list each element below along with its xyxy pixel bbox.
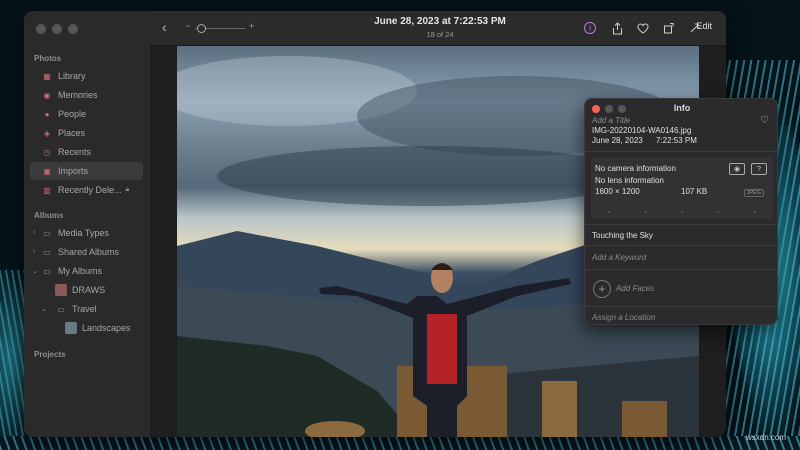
window-controls bbox=[36, 24, 78, 34]
sidebar-item-label: Shared Albums bbox=[58, 247, 120, 257]
minimize-window-button[interactable] bbox=[52, 24, 62, 34]
sidebar-item-label: People bbox=[58, 109, 87, 119]
exif-value: - bbox=[753, 206, 757, 216]
camera-info: No camera information bbox=[595, 164, 676, 173]
add-title-field[interactable]: Add a Title bbox=[592, 116, 630, 125]
sidebar-item-memories[interactable]: ◉ Memories bbox=[30, 86, 143, 104]
add-keyword-field[interactable]: Add a Keyword bbox=[592, 253, 646, 262]
album-thumbnail-icon bbox=[55, 284, 67, 296]
camera-icon: ◉ bbox=[729, 163, 745, 175]
heart-icon bbox=[637, 22, 649, 34]
photo-time: 7:22:53 PM bbox=[656, 136, 697, 145]
file-size: 107 KB bbox=[681, 187, 708, 196]
sidebar-item-library[interactable]: ▦ Library bbox=[30, 67, 143, 85]
sidebar-item-imports[interactable]: ▣ Imports bbox=[30, 162, 143, 180]
sidebar-item-shared-albums[interactable]: ▭ Shared Albums bbox=[30, 243, 143, 261]
sidebar-item-label: Imports bbox=[58, 166, 89, 176]
photo-date: June 28, 2023 bbox=[592, 136, 643, 145]
shared-albums-icon: ▭ bbox=[43, 247, 51, 257]
favorite-heart-icon[interactable]: ♡ bbox=[760, 115, 769, 126]
lens-info: No lens information bbox=[595, 176, 664, 185]
sidebar-item-my-albums[interactable]: ▭ My Albums bbox=[30, 262, 143, 280]
back-chevron-icon[interactable]: ‹ bbox=[162, 19, 167, 35]
album-thumbnail-icon bbox=[65, 322, 77, 334]
zoom-slider-knob[interactable] bbox=[197, 24, 206, 33]
divider bbox=[585, 224, 777, 225]
zoom-out-icon: − bbox=[185, 21, 191, 31]
info-panel-title: Info bbox=[673, 103, 691, 113]
image-dimensions: 1600 × 1200 bbox=[595, 187, 640, 196]
folder-icon: ▭ bbox=[43, 228, 51, 238]
exif-value: - bbox=[717, 206, 720, 216]
watermark: wsxdn.com bbox=[745, 433, 786, 442]
toolbar: ‹ − + June 28, 2023 at 7:22:53 PM 18 of … bbox=[150, 11, 726, 46]
add-faces-plus-icon[interactable]: + bbox=[593, 280, 611, 298]
sidebar-item-label: Media Types bbox=[58, 228, 109, 238]
places-icon: ◈ bbox=[43, 128, 51, 138]
add-faces-button[interactable]: Add Faces bbox=[616, 284, 654, 293]
assign-location-field[interactable]: Assign a Location bbox=[592, 313, 655, 322]
exif-values-row: - - - - - bbox=[591, 203, 773, 219]
imports-icon: ▣ bbox=[43, 166, 51, 176]
sidebar-item-label: Library bbox=[58, 71, 86, 81]
library-icon: ▦ bbox=[43, 71, 51, 81]
sidebar-item-media-types[interactable]: ▭ Media Types bbox=[30, 224, 143, 242]
sidebar-item-draws[interactable]: DRAWS bbox=[44, 281, 143, 299]
format-badge: JPEG bbox=[743, 189, 764, 197]
trash-icon: ▥ bbox=[43, 185, 51, 195]
zoom-in-icon: + bbox=[249, 21, 255, 31]
section-title-projects: Projects bbox=[34, 350, 66, 359]
sidebar-item-travel[interactable]: ▭ Travel bbox=[44, 300, 143, 318]
share-button[interactable] bbox=[610, 21, 624, 35]
lock-icon: 🔒︎ bbox=[125, 186, 130, 193]
divider bbox=[585, 306, 777, 307]
sidebar-item-label: Places bbox=[58, 128, 86, 138]
background-foliage-left bbox=[0, 270, 26, 450]
sidebar-item-label: Recents bbox=[58, 147, 92, 157]
question-icon: ? bbox=[751, 163, 767, 175]
photo-person bbox=[319, 263, 571, 437]
sidebar-item-landscapes[interactable]: Landscapes bbox=[54, 319, 143, 337]
folder-icon: ▭ bbox=[57, 304, 65, 314]
sidebar: Photos ▦ Library ◉ Memories ● People ◈ P… bbox=[24, 11, 150, 437]
section-title-albums: Albums bbox=[34, 211, 64, 220]
background-foliage-bottom bbox=[0, 436, 800, 450]
close-window-button[interactable] bbox=[36, 24, 46, 34]
rotate-icon bbox=[664, 23, 674, 34]
info-panel: Info Add a Title ♡ IMG-20220104-WA0146.j… bbox=[584, 98, 778, 325]
favorite-button[interactable] bbox=[636, 21, 650, 35]
rotate-button[interactable] bbox=[662, 21, 676, 35]
sidebar-item-label: Memories bbox=[58, 90, 98, 100]
edit-button[interactable]: Edit bbox=[696, 21, 712, 31]
zoom-window-button[interactable] bbox=[68, 24, 78, 34]
sidebar-item-places[interactable]: ◈ Places bbox=[30, 124, 143, 142]
sidebar-item-label: DRAWS bbox=[72, 285, 106, 295]
exif-value: - bbox=[644, 206, 647, 216]
sidebar-item-people[interactable]: ● People bbox=[30, 105, 143, 123]
caption-field[interactable]: Touching the Sky bbox=[592, 231, 653, 240]
sidebar-item-recents[interactable]: ◷ Recents bbox=[30, 143, 143, 161]
info-button[interactable]: i bbox=[583, 21, 597, 35]
exif-value: - bbox=[607, 206, 611, 216]
sidebar-item-recently-deleted[interactable]: ▥ Recently Dele... 🔒︎ bbox=[30, 181, 143, 199]
section-title-photos: Photos bbox=[34, 54, 62, 63]
memories-icon: ◉ bbox=[43, 90, 51, 100]
divider bbox=[585, 151, 777, 152]
sidebar-item-label: Landscapes bbox=[82, 323, 131, 333]
photo-position: 18 of 24 bbox=[426, 30, 454, 39]
folder-icon: ▭ bbox=[43, 266, 51, 276]
filename: IMG-20220104-WA0146.jpg bbox=[592, 126, 692, 135]
exif-value: - bbox=[680, 206, 684, 216]
photo-date-title: June 28, 2023 at 7:22:53 PM bbox=[374, 16, 506, 27]
people-icon: ● bbox=[44, 109, 50, 119]
share-icon bbox=[612, 21, 622, 34]
divider bbox=[585, 245, 777, 246]
sidebar-item-label: Recently Dele... bbox=[58, 185, 122, 195]
divider bbox=[585, 269, 777, 270]
recents-icon: ◷ bbox=[43, 147, 51, 157]
sidebar-item-label: My Albums bbox=[58, 266, 103, 276]
sidebar-item-label: Travel bbox=[72, 304, 97, 314]
zoom-slider[interactable]: − + bbox=[185, 21, 255, 34]
info-icon: i bbox=[584, 22, 596, 34]
